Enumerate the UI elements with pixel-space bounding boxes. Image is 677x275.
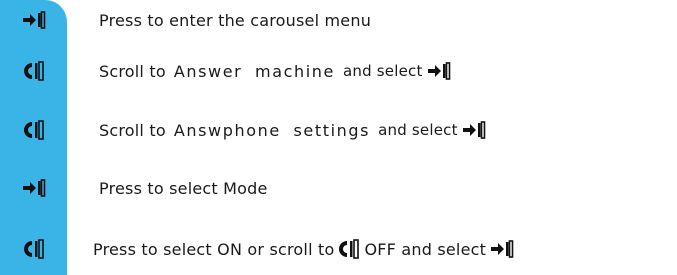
select-icon <box>0 168 67 208</box>
select-icon <box>490 240 514 258</box>
step-5-prefix: Press to select ON or scroll to <box>93 239 335 259</box>
step-5: Press to select ON or scroll to OFF and … <box>0 229 677 269</box>
step-1: Press to enter the carousel menu <box>0 0 677 40</box>
select-icon <box>427 62 451 80</box>
step-2-prefix: Scroll to <box>99 61 166 81</box>
step-3: Scroll to Answphone settings and select <box>0 110 677 150</box>
step-3-text: Scroll to Answphone settings and select <box>99 110 490 150</box>
step-2: Scroll to Answer machine and select <box>0 51 677 91</box>
step-4: Press to select Mode <box>0 168 677 208</box>
step-5-text: Press to select ON or scroll to OFF and … <box>93 229 518 269</box>
select-icon <box>462 121 486 139</box>
step-5-middle: OFF and select <box>364 239 487 259</box>
step-2-text: Scroll to Answer machine and select <box>99 51 455 91</box>
scroll-icon <box>338 239 360 259</box>
step-3-suffix: and select <box>378 121 458 139</box>
select-icon <box>0 0 67 40</box>
scroll-icon <box>0 110 67 150</box>
step-1-text: Press to enter the carousel menu <box>99 10 372 30</box>
scroll-icon <box>0 51 67 91</box>
step-2-target: Answer machine <box>173 61 335 81</box>
step-2-suffix: and select <box>343 62 423 80</box>
step-4-text: Press to select Mode <box>99 178 268 198</box>
scroll-icon <box>0 229 67 269</box>
step-3-target: Answphone settings <box>173 120 371 140</box>
step-3-prefix: Scroll to <box>99 120 166 140</box>
